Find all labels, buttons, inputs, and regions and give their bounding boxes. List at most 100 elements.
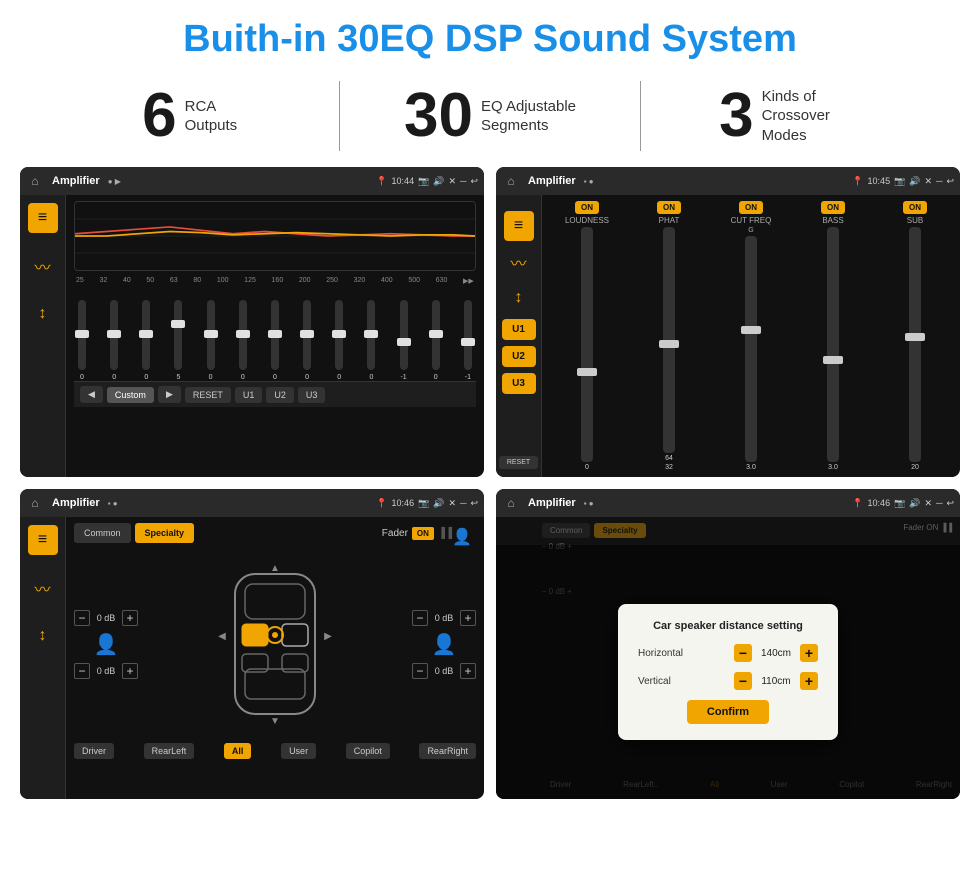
- eq-custom-btn[interactable]: Custom: [107, 387, 154, 403]
- dialog-box: Car speaker distance setting Horizontal …: [618, 604, 838, 740]
- dialog-horizontal-label: Horizontal: [638, 648, 683, 659]
- xo-spk-icon[interactable]: ↕: [504, 283, 534, 313]
- fader-on-toggle[interactable]: ON: [412, 527, 434, 540]
- eq-u2-btn[interactable]: U2: [266, 387, 294, 403]
- x-icon-3: ✕: [449, 498, 457, 509]
- home-icon-4[interactable]: ⌂: [502, 494, 520, 512]
- eq-slider-10: 0: [367, 300, 375, 381]
- eq-prev-btn[interactable]: ◀: [80, 386, 103, 403]
- eq-slider-13: -1: [464, 300, 472, 381]
- right-minus-1[interactable]: −: [412, 610, 428, 626]
- back-icon-3[interactable]: ↩: [470, 498, 478, 509]
- status-bar-3: ⌂ Amplifier ▪ ● 📍 10:46 📷 🔊 ✕ ─ ↩: [20, 489, 484, 517]
- vol-icon-4: 🔊: [909, 498, 920, 509]
- cam-icon-4: 📷: [894, 498, 905, 509]
- xo-slider-sub[interactable]: [909, 227, 921, 462]
- btn-rearright[interactable]: RearRight: [419, 743, 476, 759]
- left-plus-2[interactable]: +: [122, 663, 138, 679]
- person-left: 👤: [94, 632, 119, 657]
- xo-on-loudness[interactable]: ON: [575, 201, 599, 214]
- eq-u1-btn[interactable]: U1: [235, 387, 263, 403]
- btn-driver[interactable]: Driver: [74, 743, 114, 759]
- eq-slider-7: 0: [271, 300, 279, 381]
- app-title-2: Amplifier: [528, 175, 576, 187]
- xo-cols: ON LOUDNESS 0 ON PHAT 64: [548, 201, 954, 471]
- dialog-horizontal-row: Horizontal − 140cm +: [638, 644, 818, 662]
- xo-label-cutfreq: CUT FREQ: [731, 216, 772, 225]
- eq-icon-speaker[interactable]: ↕: [28, 299, 58, 329]
- right-minus-2[interactable]: −: [412, 663, 428, 679]
- eq-slider-5: 0: [207, 300, 215, 381]
- fader-label: Fader: [382, 528, 408, 539]
- xo-on-bass[interactable]: ON: [821, 201, 845, 214]
- dialog-horizontal-value: 140cm: [756, 648, 796, 659]
- right-db-col: − 0 dB + 👤 − 0 dB +: [412, 549, 476, 739]
- home-icon-1[interactable]: ⌂: [26, 172, 44, 190]
- left-db-val-1: 0 dB: [92, 613, 120, 623]
- left-minus-1[interactable]: −: [74, 610, 90, 626]
- xo-reset-btn[interactable]: RESET: [499, 456, 538, 469]
- eq-sliders: 0 0 0 5 0: [74, 291, 476, 381]
- btn-rearleft[interactable]: RearLeft: [144, 743, 195, 759]
- btn-all[interactable]: All: [224, 743, 252, 759]
- fader-tab-specialty[interactable]: Specialty: [135, 523, 195, 543]
- eq-u3-btn[interactable]: U3: [298, 387, 326, 403]
- xo-u3-btn[interactable]: U3: [502, 373, 536, 394]
- dialog-vertical-controls: − 110cm +: [734, 672, 818, 690]
- back-icon-4[interactable]: ↩: [946, 498, 954, 509]
- min-icon-4: ─: [936, 498, 942, 508]
- dialog-vertical-minus[interactable]: −: [734, 672, 752, 690]
- eq-icon-wave[interactable]: 〰: [28, 251, 58, 281]
- xo-u1-btn[interactable]: U1: [502, 319, 536, 340]
- fader-spk-icon[interactable]: ↕: [28, 621, 58, 651]
- fader-eq-icon[interactable]: ≡: [28, 525, 58, 555]
- left-db-val-2: 0 dB: [92, 666, 120, 676]
- xo-eq-icon[interactable]: ≡: [504, 211, 534, 241]
- xo-on-sub[interactable]: ON: [903, 201, 927, 214]
- status-bar-4: ⌂ Amplifier ▪ ● 📍 10:46 📷 🔊 ✕ ─ ↩: [496, 489, 960, 517]
- crossover-sidebar: ≡ 〰 ↕ U1 U2 U3 RESET: [496, 195, 542, 477]
- status-icons-4: 📍 10:46 📷 🔊 ✕ ─ ↩: [852, 498, 954, 509]
- fader-slider-icon: ▐▐: [438, 528, 452, 539]
- xo-on-phat[interactable]: ON: [657, 201, 681, 214]
- left-plus-1[interactable]: +: [122, 610, 138, 626]
- xo-wave-icon[interactable]: 〰: [504, 247, 534, 277]
- btn-copilot[interactable]: Copilot: [346, 743, 390, 759]
- dialog-vertical-row: Vertical − 110cm +: [638, 672, 818, 690]
- xo-on-cutfreq[interactable]: ON: [739, 201, 763, 214]
- crossover-content: ≡ 〰 ↕ U1 U2 U3 RESET ON LOUDNESS: [496, 195, 960, 477]
- car-diagram-center: ▲ ▼ ◀ ▶: [144, 549, 406, 739]
- home-icon-3[interactable]: ⌂: [26, 494, 44, 512]
- xo-slider-phat[interactable]: [663, 227, 675, 453]
- min-icon-2: ─: [936, 176, 942, 186]
- left-minus-2[interactable]: −: [74, 663, 90, 679]
- dialog-horizontal-plus[interactable]: +: [800, 644, 818, 662]
- dialog-vertical-plus[interactable]: +: [800, 672, 818, 690]
- right-plus-2[interactable]: +: [460, 663, 476, 679]
- xo-slider-loudness[interactable]: [581, 227, 593, 462]
- stat-number-eq: 30: [404, 85, 473, 147]
- xo-loudness: ON LOUDNESS 0: [548, 201, 626, 471]
- eq-slider-6: 0: [239, 300, 247, 381]
- fader-wave-icon[interactable]: 〰: [28, 573, 58, 603]
- fader-bottom-buttons: Driver RearLeft All User Copilot RearRig…: [74, 743, 476, 759]
- back-icon-1[interactable]: ↩: [470, 176, 478, 187]
- status-icons-3: 📍 10:46 📷 🔊 ✕ ─ ↩: [376, 498, 478, 509]
- home-icon-2[interactable]: ⌂: [502, 172, 520, 190]
- xo-u2-btn[interactable]: U2: [502, 346, 536, 367]
- right-plus-1[interactable]: +: [460, 610, 476, 626]
- stats-row: 6 RCAOutputs 30 EQ AdjustableSegments 3 …: [0, 71, 980, 167]
- dialog-overlay: Car speaker distance setting Horizontal …: [496, 545, 960, 799]
- crossover-main: ON LOUDNESS 0 ON PHAT 64: [542, 195, 960, 477]
- eq-play-btn[interactable]: ▶: [158, 386, 181, 403]
- eq-reset-btn[interactable]: RESET: [185, 387, 231, 403]
- eq-icon-active[interactable]: ≡: [28, 203, 58, 233]
- btn-user[interactable]: User: [281, 743, 316, 759]
- back-icon-2[interactable]: ↩: [946, 176, 954, 187]
- fader-tab-common[interactable]: Common: [74, 523, 131, 543]
- eq-slider-3: 0: [142, 300, 150, 381]
- xo-slider-cutfreq[interactable]: [745, 236, 757, 462]
- confirm-button[interactable]: Confirm: [687, 700, 769, 724]
- xo-slider-bass[interactable]: [827, 227, 839, 462]
- dialog-horizontal-minus[interactable]: −: [734, 644, 752, 662]
